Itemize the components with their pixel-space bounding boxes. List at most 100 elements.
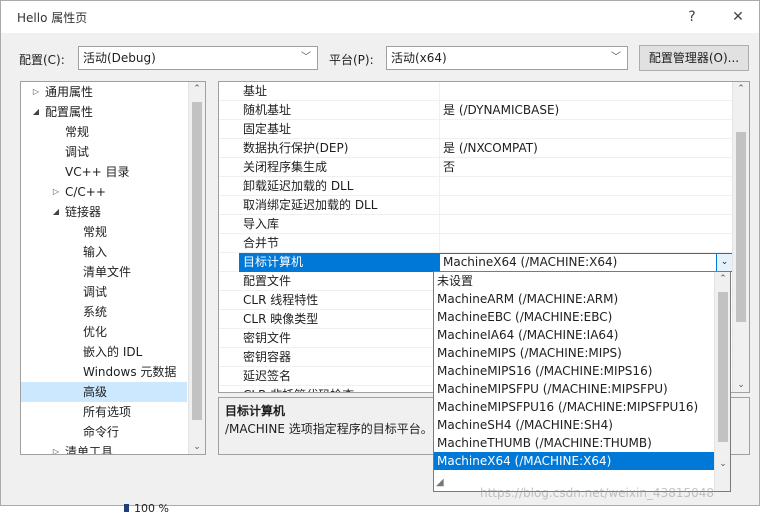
dropdown-option[interactable]: MachineTHUMB (/MACHINE:THUMB): [434, 434, 714, 452]
property-name: 取消绑定延迟加载的 DLL: [243, 198, 378, 212]
column-divider: [439, 158, 440, 176]
tree-item[interactable]: ◢ 配置属性: [21, 102, 187, 122]
dropdown-scrollbar[interactable]: ⌃ ⌄: [714, 272, 730, 491]
dropdown-option[interactable]: MachineMIPS16 (/MACHINE:MIPS16): [434, 362, 714, 380]
chevron-down-icon: ﹀: [611, 52, 621, 63]
property-value[interactable]: MachineX64 (/MACHINE:X64): [443, 254, 617, 271]
property-row[interactable]: 数据执行保护(DEP) 是 (/NXCOMPAT): [219, 139, 733, 158]
property-name: 密钥文件: [243, 331, 292, 345]
resize-grip-icon[interactable]: ◢: [436, 477, 450, 489]
help-icon[interactable]: ?: [677, 5, 707, 29]
property-row[interactable]: 随机基址 是 (/DYNAMICBASE): [219, 101, 733, 120]
dropdown-option[interactable]: MachineARM (/MACHINE:ARM): [434, 290, 714, 308]
tree-item-label: 调试: [83, 285, 108, 299]
dropdown-option[interactable]: MachineEBC (/MACHINE:EBC): [434, 308, 714, 326]
tree-item[interactable]: 常规: [21, 122, 187, 142]
tree-scroll-thumb[interactable]: [192, 102, 202, 420]
property-tree: ▷ 通用属性 ◢ 配置属性 常规 调试 VC++ 目录 ▷ C/C++ ◢ 链接器 常规 输入 清单文件调…: [20, 81, 206, 455]
description-title: 目标计算机: [225, 404, 286, 418]
scroll-up-icon[interactable]: ⌃: [733, 84, 749, 94]
tree-item[interactable]: 输入: [21, 242, 187, 262]
column-divider: [439, 82, 440, 100]
property-name: 关闭程序集生成: [243, 160, 328, 174]
tree-item-label: Windows 元数据: [83, 365, 177, 379]
zoom-level: 100 %: [134, 502, 169, 514]
tree-item[interactable]: ▷ 清单工具: [21, 442, 187, 455]
collapsed-arrow-icon[interactable]: ▷: [51, 182, 61, 202]
property-row[interactable]: 合并节: [219, 234, 733, 253]
platform-select-value: 活动(x64): [391, 51, 447, 65]
dropdown-option[interactable]: MachineX64 (/MACHINE:X64): [434, 452, 714, 470]
collapsed-arrow-icon[interactable]: ▷: [31, 82, 41, 102]
tree-item[interactable]: VC++ 目录: [21, 162, 187, 182]
tree-item-label: 配置属性: [45, 105, 94, 119]
tree-item[interactable]: 命令行: [21, 422, 187, 442]
dropdown-option[interactable]: MachineMIPSFPU16 (/MACHINE:MIPSFPU16): [434, 398, 714, 416]
column-divider: [439, 234, 440, 252]
dropdown-option[interactable]: MachineSH4 (/MACHINE:SH4): [434, 416, 714, 434]
tree-item[interactable]: 清单文件: [21, 262, 187, 282]
column-divider: [439, 101, 440, 119]
property-row[interactable]: 基址: [219, 82, 733, 101]
tree-item[interactable]: ▷ 通用属性: [21, 82, 187, 102]
tree-item[interactable]: 调试: [21, 142, 187, 162]
scroll-down-icon[interactable]: ⌄: [733, 380, 749, 390]
tree-item-label: 清单工具: [65, 445, 114, 455]
property-name: 随机基址: [243, 103, 292, 117]
close-icon[interactable]: ✕: [723, 5, 753, 29]
column-divider: [439, 120, 440, 138]
property-row[interactable]: 取消绑定延迟加载的 DLL: [219, 196, 733, 215]
property-row[interactable]: 目标计算机 ⌄ MachineX64 (/MACHINE:X64): [219, 253, 733, 272]
grid-scroll-thumb[interactable]: [736, 132, 746, 322]
tree-item[interactable]: 嵌入的 IDL: [21, 342, 187, 362]
chevron-down-icon[interactable]: ⌄: [716, 254, 732, 271]
property-value: 是 (/NXCOMPAT): [443, 141, 538, 155]
property-name: 导入库: [243, 217, 280, 231]
expanded-arrow-icon[interactable]: ◢: [51, 202, 61, 222]
platform-select[interactable]: 活动(x64) ﹀: [386, 46, 628, 70]
column-divider: [439, 139, 440, 157]
tree-item[interactable]: 所有选项: [21, 402, 187, 422]
dropdown-option[interactable]: MachineMIPS (/MACHINE:MIPS): [434, 344, 714, 362]
config-select[interactable]: 活动(Debug) ﹀: [78, 46, 318, 70]
tree-item[interactable]: ◢ 链接器: [21, 202, 187, 222]
property-row[interactable]: 固定基址: [219, 120, 733, 139]
tree-scrollbar[interactable]: ⌃ ⌄: [188, 82, 205, 454]
tree-item[interactable]: 调试: [21, 282, 187, 302]
watermark: https://blog.csdn.net/weixin_43815048: [480, 486, 715, 500]
column-divider: [439, 177, 440, 195]
property-name: 目标计算机: [243, 255, 304, 269]
scroll-up-icon[interactable]: ⌃: [715, 274, 730, 284]
dropdown-option[interactable]: MachineMIPSFPU (/MACHINE:MIPSFPU): [434, 380, 714, 398]
property-row[interactable]: 导入库: [219, 215, 733, 234]
dropdown-option[interactable]: MachineIA64 (/MACHINE:IA64): [434, 326, 714, 344]
property-row[interactable]: 卸载延迟加载的 DLL: [219, 177, 733, 196]
dropdown-option[interactable]: 未设置: [434, 272, 714, 290]
dropdown-scroll-thumb[interactable]: [718, 292, 728, 442]
column-divider: [439, 215, 440, 233]
config-manager-button[interactable]: 配置管理器(O)...: [639, 45, 749, 71]
target-machine-dropdown-list: 未设置 MachineARM (/MACHINE:ARM) MachineEBC (…: [433, 271, 731, 492]
property-name: 合并节: [243, 236, 280, 250]
collapsed-arrow-icon[interactable]: ▷: [51, 442, 61, 454]
tree-item-label: 所有选项: [83, 405, 132, 419]
tree-item[interactable]: Windows 元数据: [21, 362, 187, 382]
config-select-value: 活动(Debug): [83, 51, 156, 65]
tree-item-label: 嵌入的 IDL: [83, 345, 143, 359]
scroll-down-icon[interactable]: ⌄: [715, 459, 730, 469]
grid-scrollbar[interactable]: ⌃ ⌄: [732, 82, 749, 392]
property-row[interactable]: 关闭程序集生成 否: [219, 158, 733, 177]
scroll-up-icon[interactable]: ⌃: [189, 84, 205, 94]
scroll-down-icon[interactable]: ⌄: [189, 442, 205, 452]
tree-item[interactable]: 常规: [21, 222, 187, 242]
expanded-arrow-icon[interactable]: ◢: [31, 102, 41, 122]
tree-item[interactable]: 优化: [21, 322, 187, 342]
property-value: 是 (/DYNAMICBASE): [443, 103, 560, 117]
tree-item-label: 优化: [83, 325, 108, 339]
property-name: 配置文件: [243, 274, 292, 288]
tree-item[interactable]: 系统: [21, 302, 187, 322]
tree-item[interactable]: ▷ C/C++: [21, 182, 187, 202]
tree-item[interactable]: 高级: [21, 382, 187, 402]
description-text: /MACHINE 选项指定程序的目标平台。: [225, 422, 433, 436]
property-name: CLR 映像类型: [243, 312, 319, 326]
